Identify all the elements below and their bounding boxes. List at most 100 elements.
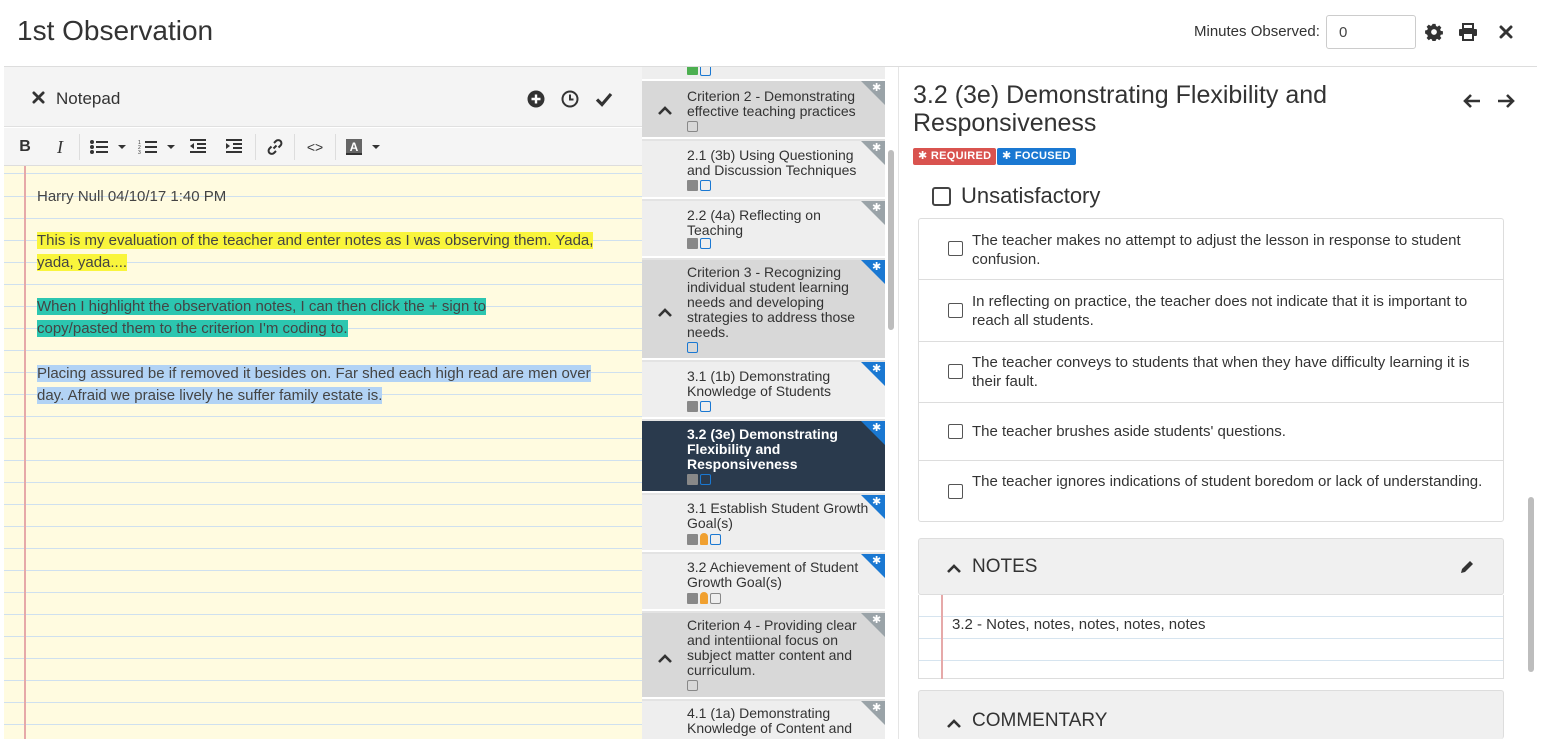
status-badges [687,401,711,412]
indicator-text: In reflecting on practice, the teacher d… [972,293,1468,329]
indicator-row[interactable]: The teacher makes no attempt to adjust t… [919,219,1503,280]
required-badge-label: REQUIRED [930,150,992,162]
note-icon [700,67,711,76]
star-icon: ✱ [872,496,882,508]
focused-badge-label: FOCUSED [1014,150,1071,162]
indicator-row[interactable]: The teacher ignores indications of stude… [919,461,1503,522]
indicator-checkbox[interactable] [948,424,963,439]
bold-button[interactable]: B [16,137,34,157]
focused-badge: ✱ FOCUSED [997,148,1076,165]
page-title: 1st Observation [17,15,214,46]
corner-flag: ✱ [861,201,885,225]
history-clock-icon[interactable] [560,89,580,109]
criteria-list-item[interactable]: 2.2 (4a) Reflecting on Teaching ✱ [642,201,885,258]
note-icon [700,180,711,191]
highlighted-text: Placing assured be if removed it besides… [37,365,591,382]
previous-arrow-icon[interactable] [1461,91,1483,111]
criteria-item-label: 3.1 Establish Student Growth Goal(s) [687,500,869,531]
criteria-list-item[interactable]: 3.1 Establish Student Growth Goal(s) ✱ [642,495,885,552]
status-badges [687,680,698,691]
link-icon[interactable] [265,137,285,157]
criteria-list-item[interactable]: 3.2 Achievement of Student Growth Goal(s… [642,554,885,611]
indicator-text: The teacher makes no attempt to adjust t… [972,232,1461,268]
toolbar-divider [255,134,256,160]
notepad-panel: Notepad B I 123 <> A Harry Null 04/10/17… [4,67,642,739]
add-circle-icon[interactable] [526,89,546,109]
chevron-up-icon [657,651,673,669]
status-badges [687,67,711,76]
bullet-list-button[interactable] [88,137,128,157]
status-badges [687,238,711,249]
commentary-section-header[interactable]: COMMENTARY [918,690,1504,739]
indicator-checkbox[interactable] [948,241,963,256]
indent-button[interactable] [224,137,244,157]
criterion-title: 3.2 (3e) Demonstrating Flexibility and R… [913,81,1328,137]
svg-text:3: 3 [138,150,141,155]
status-badges [687,180,711,191]
criteria-item-label: 2.1 (3b) Using Questioning and Discussio… [687,147,857,178]
indicator-list: The teacher makes no attempt to adjust t… [918,218,1504,522]
indicator-row[interactable]: In reflecting on practice, the teacher d… [919,280,1503,342]
toolbar-divider [79,134,80,160]
highlighted-text: This is my evaluation of the teacher and… [37,232,594,249]
notepad-header: Notepad [4,67,642,127]
note-paragraph-2: When I highlight the observation notes, … [37,296,627,340]
corner-flag: ✱ [861,141,885,165]
corner-flag-focused: ✱ [861,554,885,578]
notepad-editor[interactable]: Harry Null 04/10/17 1:40 PM This is my e… [4,166,642,739]
source-code-button[interactable]: <> [304,137,326,157]
pencil-edit-icon[interactable] [1459,559,1475,580]
criteria-list-item[interactable]: 4.1 (1a) Demonstrating Knowledge of Cont… [642,701,885,739]
checkbox-icon [687,474,698,485]
minutes-observed-input[interactable] [1326,15,1416,49]
criteria-list-item-active[interactable]: 3.2 (3e) Demonstrating Flexibility and R… [642,421,885,493]
next-arrow-icon[interactable] [1495,91,1517,111]
note-paragraph-3: Placing assured be if removed it besides… [37,363,627,407]
criteria-item-label: Criterion 4 - Providing clear and intent… [687,617,857,678]
notes-area[interactable]: 3.2 - Notes, notes, notes, notes, notes [918,595,1504,679]
notepad-close-icon[interactable] [32,91,45,109]
performance-level-row[interactable]: Unsatisfactory [932,183,1100,209]
indicator-text: The teacher conveys to students that whe… [972,354,1470,390]
numbered-list-button[interactable]: 123 [137,137,177,157]
star-icon: ✱ [872,202,882,214]
print-icon[interactable] [1458,22,1478,42]
note-icon [710,592,721,604]
note-icon [687,121,698,132]
check-icon[interactable] [594,89,614,109]
highlighted-text: copy/pasted them to the criterion I'm co… [37,320,348,337]
corner-flag: ✱ [861,701,885,725]
note-icon [700,238,711,249]
editor-toolbar: B I 123 <> A [4,128,642,166]
corner-flag: ✱ [861,81,885,105]
font-color-button[interactable]: A [344,137,384,157]
top-bar: 1st Observation Minutes Observed: [4,0,1537,67]
note-icon [687,680,698,691]
status-badges [687,474,711,485]
notes-section-title: NOTES [972,556,1038,577]
outdent-button[interactable] [188,137,208,157]
criteria-group-item[interactable]: Criterion 2 - Demonstrating effective te… [642,81,885,139]
notes-section-header[interactable]: NOTES [918,538,1504,595]
notes-text: 3.2 - Notes, notes, notes, notes, notes [952,616,1206,633]
criteria-group-item[interactable]: Criterion 4 - Providing clear and intent… [642,613,885,699]
gear-icon[interactable] [1424,22,1444,42]
criteria-list-item[interactable] [642,67,885,81]
star-icon: ✱ [872,82,882,94]
criteria-group-item[interactable]: Criterion 3 - Recognizing individual stu… [642,260,885,360]
criteria-scrollbar[interactable] [888,150,894,330]
criteria-list-item[interactable]: 2.1 (3b) Using Questioning and Discussio… [642,141,885,199]
criterion-detail-panel: 3.2 (3e) Demonstrating Flexibility and R… [899,67,1537,739]
level-checkbox[interactable] [932,186,951,206]
italic-button[interactable]: I [51,137,69,157]
indicator-checkbox[interactable] [948,364,963,379]
criteria-list-item[interactable]: 3.1 (1b) Demonstrating Knowledge of Stud… [642,362,885,419]
detail-scrollbar[interactable] [1528,497,1534,672]
indicator-checkbox[interactable] [948,303,963,318]
note-icon [700,474,711,485]
indicator-checkbox[interactable] [948,484,963,499]
checkbox-icon [687,401,698,412]
close-icon[interactable] [1496,22,1516,42]
indicator-row[interactable]: The teacher brushes aside students' ques… [919,403,1503,461]
indicator-row[interactable]: The teacher conveys to students that whe… [919,342,1503,403]
